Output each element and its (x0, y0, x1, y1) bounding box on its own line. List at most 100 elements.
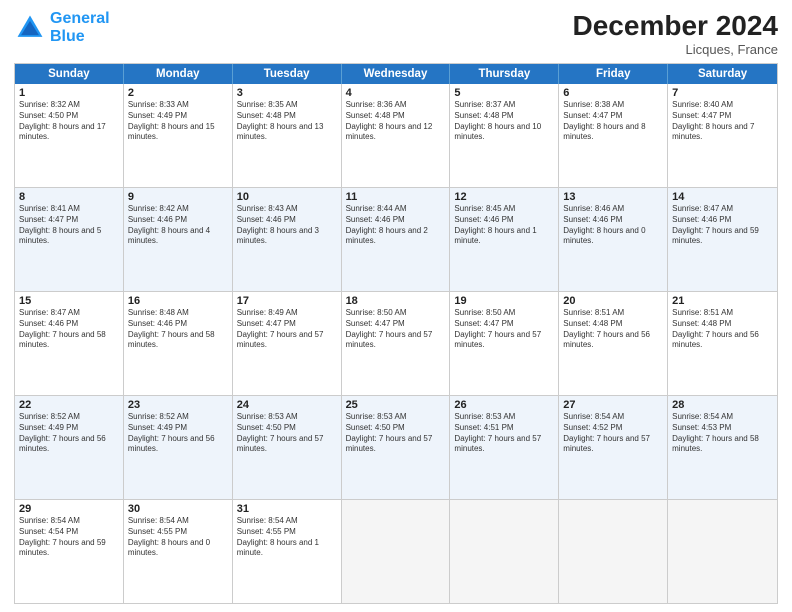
day-number: 16 (128, 295, 228, 307)
cell-info: Sunrise: 8:37 AMSunset: 4:48 PMDaylight:… (454, 100, 554, 143)
cal-cell-r2c6: 13 Sunrise: 8:46 AMSunset: 4:46 PMDaylig… (559, 188, 668, 291)
location: Licques, France (573, 42, 778, 57)
cal-cell-r2c2: 9 Sunrise: 8:42 AMSunset: 4:46 PMDayligh… (124, 188, 233, 291)
title-block: December 2024 Licques, France (573, 10, 778, 57)
day-number: 26 (454, 399, 554, 411)
cell-info: Sunrise: 8:38 AMSunset: 4:47 PMDaylight:… (563, 100, 663, 143)
day-number: 3 (237, 87, 337, 99)
cell-info: Sunrise: 8:47 AMSunset: 4:46 PMDaylight:… (672, 204, 773, 247)
header-day-thursday: Thursday (450, 64, 559, 84)
calendar-row-4: 22 Sunrise: 8:52 AMSunset: 4:49 PMDaylig… (15, 395, 777, 499)
day-number: 2 (128, 87, 228, 99)
cell-info: Sunrise: 8:54 AMSunset: 4:54 PMDaylight:… (19, 516, 119, 559)
day-number: 9 (128, 191, 228, 203)
cal-cell-r3c2: 16 Sunrise: 8:48 AMSunset: 4:46 PMDaylig… (124, 292, 233, 395)
cal-cell-r5c6 (559, 500, 668, 603)
cell-info: Sunrise: 8:54 AMSunset: 4:55 PMDaylight:… (128, 516, 228, 559)
cal-cell-r1c3: 3 Sunrise: 8:35 AMSunset: 4:48 PMDayligh… (233, 84, 342, 187)
cell-info: Sunrise: 8:52 AMSunset: 4:49 PMDaylight:… (19, 412, 119, 455)
page: GeneralBlue December 2024 Licques, Franc… (0, 0, 792, 612)
calendar: SundayMondayTuesdayWednesdayThursdayFrid… (14, 63, 778, 604)
day-number: 5 (454, 87, 554, 99)
cell-info: Sunrise: 8:54 AMSunset: 4:53 PMDaylight:… (672, 412, 773, 455)
day-number: 12 (454, 191, 554, 203)
cell-info: Sunrise: 8:44 AMSunset: 4:46 PMDaylight:… (346, 204, 446, 247)
cal-cell-r5c5 (450, 500, 559, 603)
cell-info: Sunrise: 8:35 AMSunset: 4:48 PMDaylight:… (237, 100, 337, 143)
cal-cell-r3c6: 20 Sunrise: 8:51 AMSunset: 4:48 PMDaylig… (559, 292, 668, 395)
day-number: 14 (672, 191, 773, 203)
cal-cell-r5c1: 29 Sunrise: 8:54 AMSunset: 4:54 PMDaylig… (15, 500, 124, 603)
calendar-row-2: 8 Sunrise: 8:41 AMSunset: 4:47 PMDayligh… (15, 187, 777, 291)
cell-info: Sunrise: 8:41 AMSunset: 4:47 PMDaylight:… (19, 204, 119, 247)
cal-cell-r2c5: 12 Sunrise: 8:45 AMSunset: 4:46 PMDaylig… (450, 188, 559, 291)
calendar-row-1: 1 Sunrise: 8:32 AMSunset: 4:50 PMDayligh… (15, 84, 777, 187)
cell-info: Sunrise: 8:51 AMSunset: 4:48 PMDaylight:… (672, 308, 773, 351)
cell-info: Sunrise: 8:53 AMSunset: 4:50 PMDaylight:… (346, 412, 446, 455)
cal-cell-r5c2: 30 Sunrise: 8:54 AMSunset: 4:55 PMDaylig… (124, 500, 233, 603)
day-number: 22 (19, 399, 119, 411)
cal-cell-r5c7 (668, 500, 777, 603)
cal-cell-r4c3: 24 Sunrise: 8:53 AMSunset: 4:50 PMDaylig… (233, 396, 342, 499)
day-number: 11 (346, 191, 446, 203)
day-number: 21 (672, 295, 773, 307)
day-number: 24 (237, 399, 337, 411)
logo: GeneralBlue (14, 10, 110, 45)
cal-cell-r1c4: 4 Sunrise: 8:36 AMSunset: 4:48 PMDayligh… (342, 84, 451, 187)
cal-cell-r3c4: 18 Sunrise: 8:50 AMSunset: 4:47 PMDaylig… (342, 292, 451, 395)
cal-cell-r2c4: 11 Sunrise: 8:44 AMSunset: 4:46 PMDaylig… (342, 188, 451, 291)
day-number: 13 (563, 191, 663, 203)
cal-cell-r4c5: 26 Sunrise: 8:53 AMSunset: 4:51 PMDaylig… (450, 396, 559, 499)
cal-cell-r1c1: 1 Sunrise: 8:32 AMSunset: 4:50 PMDayligh… (15, 84, 124, 187)
logo-text: GeneralBlue (50, 10, 110, 45)
cell-info: Sunrise: 8:47 AMSunset: 4:46 PMDaylight:… (19, 308, 119, 351)
header-day-monday: Monday (124, 64, 233, 84)
day-number: 25 (346, 399, 446, 411)
day-number: 28 (672, 399, 773, 411)
cell-info: Sunrise: 8:50 AMSunset: 4:47 PMDaylight:… (454, 308, 554, 351)
day-number: 31 (237, 503, 337, 515)
day-number: 29 (19, 503, 119, 515)
cal-cell-r3c5: 19 Sunrise: 8:50 AMSunset: 4:47 PMDaylig… (450, 292, 559, 395)
cell-info: Sunrise: 8:50 AMSunset: 4:47 PMDaylight:… (346, 308, 446, 351)
cell-info: Sunrise: 8:52 AMSunset: 4:49 PMDaylight:… (128, 412, 228, 455)
day-number: 1 (19, 87, 119, 99)
cal-cell-r3c1: 15 Sunrise: 8:47 AMSunset: 4:46 PMDaylig… (15, 292, 124, 395)
calendar-header: SundayMondayTuesdayWednesdayThursdayFrid… (15, 64, 777, 84)
cell-info: Sunrise: 8:53 AMSunset: 4:51 PMDaylight:… (454, 412, 554, 455)
cell-info: Sunrise: 8:53 AMSunset: 4:50 PMDaylight:… (237, 412, 337, 455)
day-number: 4 (346, 87, 446, 99)
calendar-body: 1 Sunrise: 8:32 AMSunset: 4:50 PMDayligh… (15, 84, 777, 603)
day-number: 8 (19, 191, 119, 203)
cal-cell-r1c6: 6 Sunrise: 8:38 AMSunset: 4:47 PMDayligh… (559, 84, 668, 187)
calendar-row-3: 15 Sunrise: 8:47 AMSunset: 4:46 PMDaylig… (15, 291, 777, 395)
day-number: 30 (128, 503, 228, 515)
logo-icon (14, 12, 46, 44)
cal-cell-r4c4: 25 Sunrise: 8:53 AMSunset: 4:50 PMDaylig… (342, 396, 451, 499)
day-number: 19 (454, 295, 554, 307)
header-day-tuesday: Tuesday (233, 64, 342, 84)
cal-cell-r1c7: 7 Sunrise: 8:40 AMSunset: 4:47 PMDayligh… (668, 84, 777, 187)
cell-info: Sunrise: 8:40 AMSunset: 4:47 PMDaylight:… (672, 100, 773, 143)
cell-info: Sunrise: 8:49 AMSunset: 4:47 PMDaylight:… (237, 308, 337, 351)
cell-info: Sunrise: 8:32 AMSunset: 4:50 PMDaylight:… (19, 100, 119, 143)
header: GeneralBlue December 2024 Licques, Franc… (14, 10, 778, 57)
cell-info: Sunrise: 8:51 AMSunset: 4:48 PMDaylight:… (563, 308, 663, 351)
cal-cell-r3c7: 21 Sunrise: 8:51 AMSunset: 4:48 PMDaylig… (668, 292, 777, 395)
cal-cell-r4c7: 28 Sunrise: 8:54 AMSunset: 4:53 PMDaylig… (668, 396, 777, 499)
cell-info: Sunrise: 8:43 AMSunset: 4:46 PMDaylight:… (237, 204, 337, 247)
cell-info: Sunrise: 8:46 AMSunset: 4:46 PMDaylight:… (563, 204, 663, 247)
calendar-row-5: 29 Sunrise: 8:54 AMSunset: 4:54 PMDaylig… (15, 499, 777, 603)
cal-cell-r1c5: 5 Sunrise: 8:37 AMSunset: 4:48 PMDayligh… (450, 84, 559, 187)
cal-cell-r5c4 (342, 500, 451, 603)
day-number: 15 (19, 295, 119, 307)
cell-info: Sunrise: 8:54 AMSunset: 4:52 PMDaylight:… (563, 412, 663, 455)
cal-cell-r1c2: 2 Sunrise: 8:33 AMSunset: 4:49 PMDayligh… (124, 84, 233, 187)
cal-cell-r2c3: 10 Sunrise: 8:43 AMSunset: 4:46 PMDaylig… (233, 188, 342, 291)
cal-cell-r4c2: 23 Sunrise: 8:52 AMSunset: 4:49 PMDaylig… (124, 396, 233, 499)
cell-info: Sunrise: 8:45 AMSunset: 4:46 PMDaylight:… (454, 204, 554, 247)
header-day-wednesday: Wednesday (342, 64, 451, 84)
day-number: 20 (563, 295, 663, 307)
day-number: 7 (672, 87, 773, 99)
header-day-friday: Friday (559, 64, 668, 84)
